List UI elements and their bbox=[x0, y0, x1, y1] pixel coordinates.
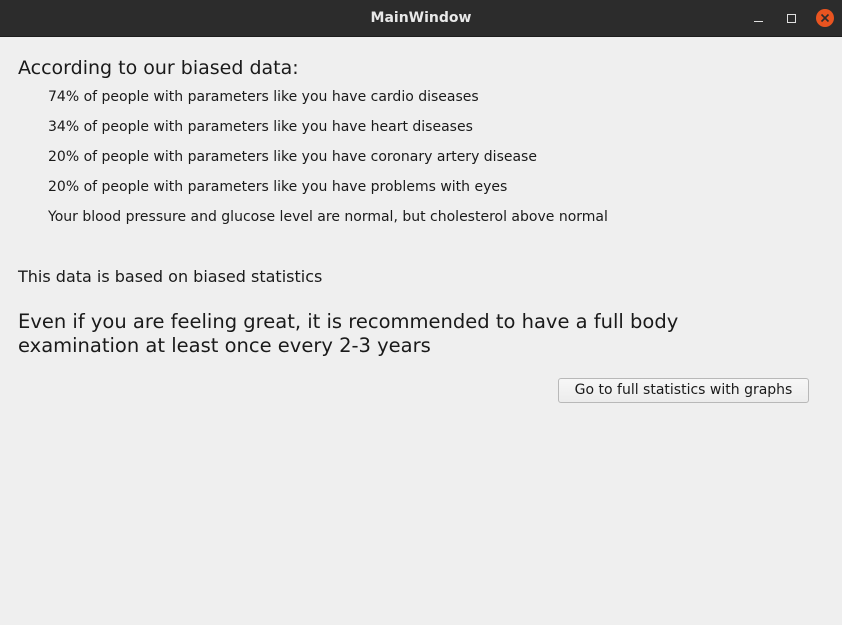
maximize-button[interactable] bbox=[781, 8, 801, 28]
title-bar[interactable]: MainWindow bbox=[0, 0, 842, 37]
close-button[interactable] bbox=[815, 8, 835, 28]
stat-coronary: 20% of people with parameters like you h… bbox=[48, 149, 537, 165]
minimize-icon bbox=[754, 21, 763, 22]
stat-vitals: Your blood pressure and glucose level ar… bbox=[48, 209, 608, 225]
main-window: MainWindow According to our biased data:… bbox=[0, 0, 842, 625]
maximize-icon bbox=[787, 14, 796, 23]
close-icon bbox=[816, 9, 834, 27]
full-statistics-button[interactable]: Go to full statistics with graphs bbox=[558, 378, 809, 403]
stat-cardio: 74% of people with parameters like you h… bbox=[48, 89, 479, 105]
minimize-button[interactable] bbox=[748, 8, 768, 28]
results-heading: According to our biased data: bbox=[18, 57, 299, 79]
window-title: MainWindow bbox=[370, 10, 472, 26]
recommendation-text: Even if you are feeling great, it is rec… bbox=[18, 310, 679, 357]
disclaimer-note: This data is based on biased statistics bbox=[18, 267, 323, 286]
content-area: According to our biased data: 74% of peo… bbox=[0, 37, 842, 625]
stat-heart: 34% of people with parameters like you h… bbox=[48, 119, 473, 135]
stat-eyes: 20% of people with parameters like you h… bbox=[48, 179, 508, 195]
